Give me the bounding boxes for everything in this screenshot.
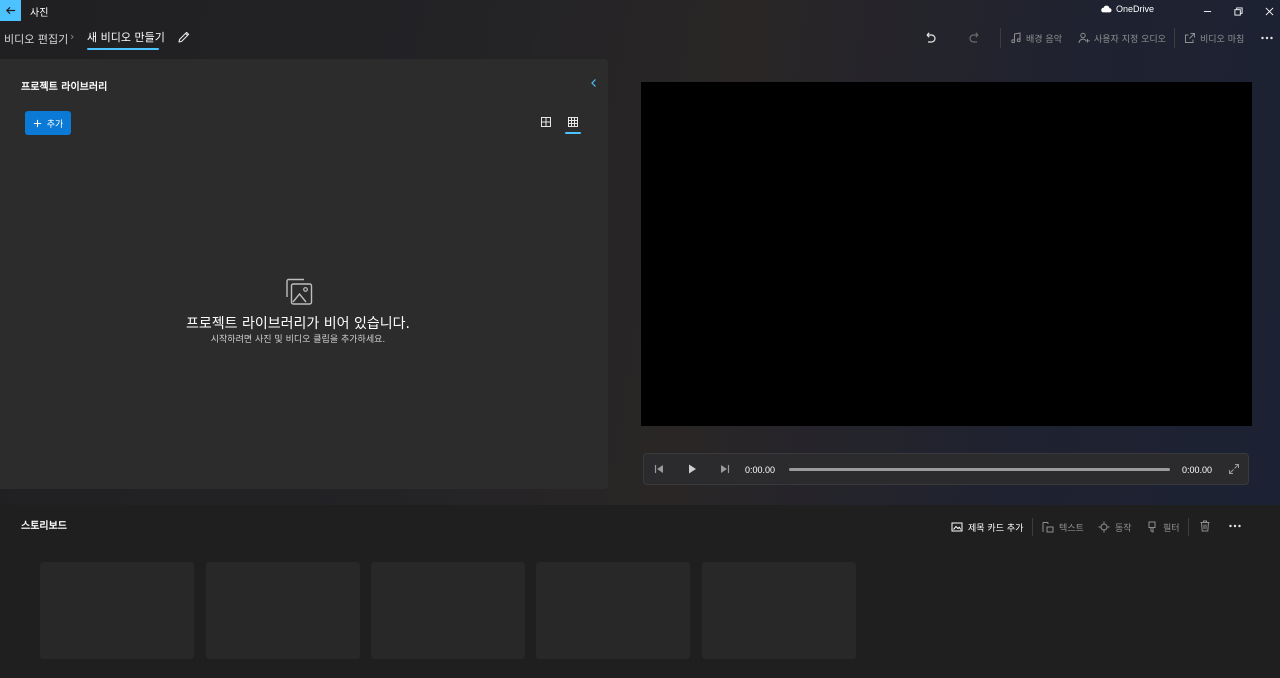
breadcrumb-separator: › (70, 30, 75, 43)
collapse-chevron-left-icon[interactable] (589, 78, 599, 88)
background-music-label: 배경 음악 (1026, 34, 1062, 45)
redo-icon[interactable] (968, 28, 982, 48)
text-button[interactable]: 텍스트 (1042, 519, 1084, 535)
storyboard-slot[interactable] (40, 562, 194, 659)
export-share-icon (1185, 33, 1195, 43)
project-library-title: 프로젝트 라이브러리 (21, 82, 108, 93)
filters-label: 필터 (1163, 523, 1180, 534)
undo-icon[interactable] (923, 28, 937, 48)
title-card-image-icon (951, 522, 963, 532)
empty-library-title: 프로젝트 라이브러리가 비어 있습니다. (186, 316, 410, 332)
back-button[interactable] (0, 0, 21, 21)
storyboard-panel: 스토리보드 제목 카드 추가 텍스트 동작 필터 (0, 505, 1280, 678)
custom-audio-button[interactable]: 사용자 지정 오디오 (1078, 28, 1166, 48)
play-icon[interactable] (686, 463, 698, 475)
total-time: 0:00.00 (1182, 465, 1213, 475)
breadcrumb-video-editor[interactable]: 비디오 편집기 (4, 31, 68, 47)
add-media-button[interactable]: 추가 (25, 111, 71, 135)
motion-label: 동작 (1115, 523, 1132, 534)
storyboard-slot[interactable] (536, 562, 690, 659)
add-title-card-button[interactable]: 제목 카드 추가 (951, 519, 1023, 535)
close-icon (1265, 7, 1273, 15)
storyboard-title: 스토리보드 (21, 521, 67, 532)
photo-library-icon (286, 278, 313, 305)
finish-video-label: 비디오 마침 (1200, 34, 1245, 45)
minimize-button[interactable] (1192, 0, 1222, 22)
fullscreen-expand-icon[interactable] (1228, 463, 1240, 475)
storyboard-slot[interactable] (206, 562, 360, 659)
storyboard-slot[interactable] (371, 562, 525, 659)
filters-brush-icon (1148, 521, 1156, 533)
skip-back-icon[interactable] (653, 463, 665, 475)
playback-controls: 0:00.00 0:00.00 (643, 453, 1249, 485)
minimize-icon (1203, 10, 1211, 12)
onedrive-label: OneDrive (1116, 4, 1155, 14)
storyboard-more-options-icon[interactable] (1228, 519, 1242, 533)
finish-video-button[interactable]: 비디오 마침 (1184, 28, 1244, 48)
breadcrumb-current-project: 새 비디오 만들기 (87, 31, 165, 44)
empty-library-subtitle: 시작하려면 사진 및 비디오 클립을 추가하세요. (210, 335, 386, 345)
seek-bar[interactable] (789, 468, 1170, 471)
background-music-button[interactable]: 배경 음악 (1010, 28, 1062, 48)
small-grid-view-icon[interactable] (566, 115, 580, 129)
close-button[interactable] (1254, 0, 1280, 22)
cloud-icon (1101, 5, 1112, 13)
storyboard-toolbar-divider (1032, 518, 1033, 536)
rename-pencil-icon[interactable] (177, 30, 191, 44)
project-library-panel: 프로젝트 라이브러리 추가 프로젝트 라이브러리가 비어 있습니다. 시작하려면… (0, 59, 608, 489)
text-label: 텍스트 (1059, 523, 1084, 534)
text-icon (1042, 522, 1054, 533)
storyboard-slot[interactable] (702, 562, 856, 659)
back-arrow-icon (5, 6, 16, 15)
motion-button[interactable]: 동작 (1098, 519, 1132, 535)
breadcrumb-active-indicator (87, 48, 159, 50)
custom-audio-label: 사용자 지정 오디오 (1094, 34, 1166, 45)
add-media-label: 추가 (46, 119, 64, 130)
title-bar: 사진 OneDrive (0, 0, 1280, 22)
restore-icon (1233, 6, 1243, 16)
filters-button[interactable]: 필터 (1146, 519, 1180, 535)
onedrive-status[interactable]: OneDrive (1100, 4, 1154, 14)
large-grid-view-icon[interactable] (539, 115, 553, 129)
video-preview (641, 82, 1252, 426)
add-title-card-label: 제목 카드 추가 (968, 523, 1024, 534)
music-note-icon (1011, 32, 1021, 44)
navigation-bar: 비디오 편집기 › 새 비디오 만들기 배경 음악 사용자 지정 오디오 비디오… (0, 24, 1280, 54)
motion-icon (1098, 521, 1110, 533)
person-audio-icon (1078, 32, 1090, 44)
current-time: 0:00.00 (745, 465, 776, 475)
restore-button[interactable] (1223, 0, 1253, 22)
toolbar-divider (1174, 28, 1175, 48)
delete-trash-icon[interactable] (1198, 519, 1212, 533)
toolbar-divider (1000, 28, 1001, 48)
storyboard-toolbar-divider (1188, 518, 1189, 536)
app-title: 사진 (30, 8, 49, 19)
plus-icon (33, 119, 41, 127)
skip-forward-icon[interactable] (719, 463, 731, 475)
more-options-icon[interactable] (1260, 28, 1274, 48)
view-mode-active-indicator (565, 132, 581, 134)
